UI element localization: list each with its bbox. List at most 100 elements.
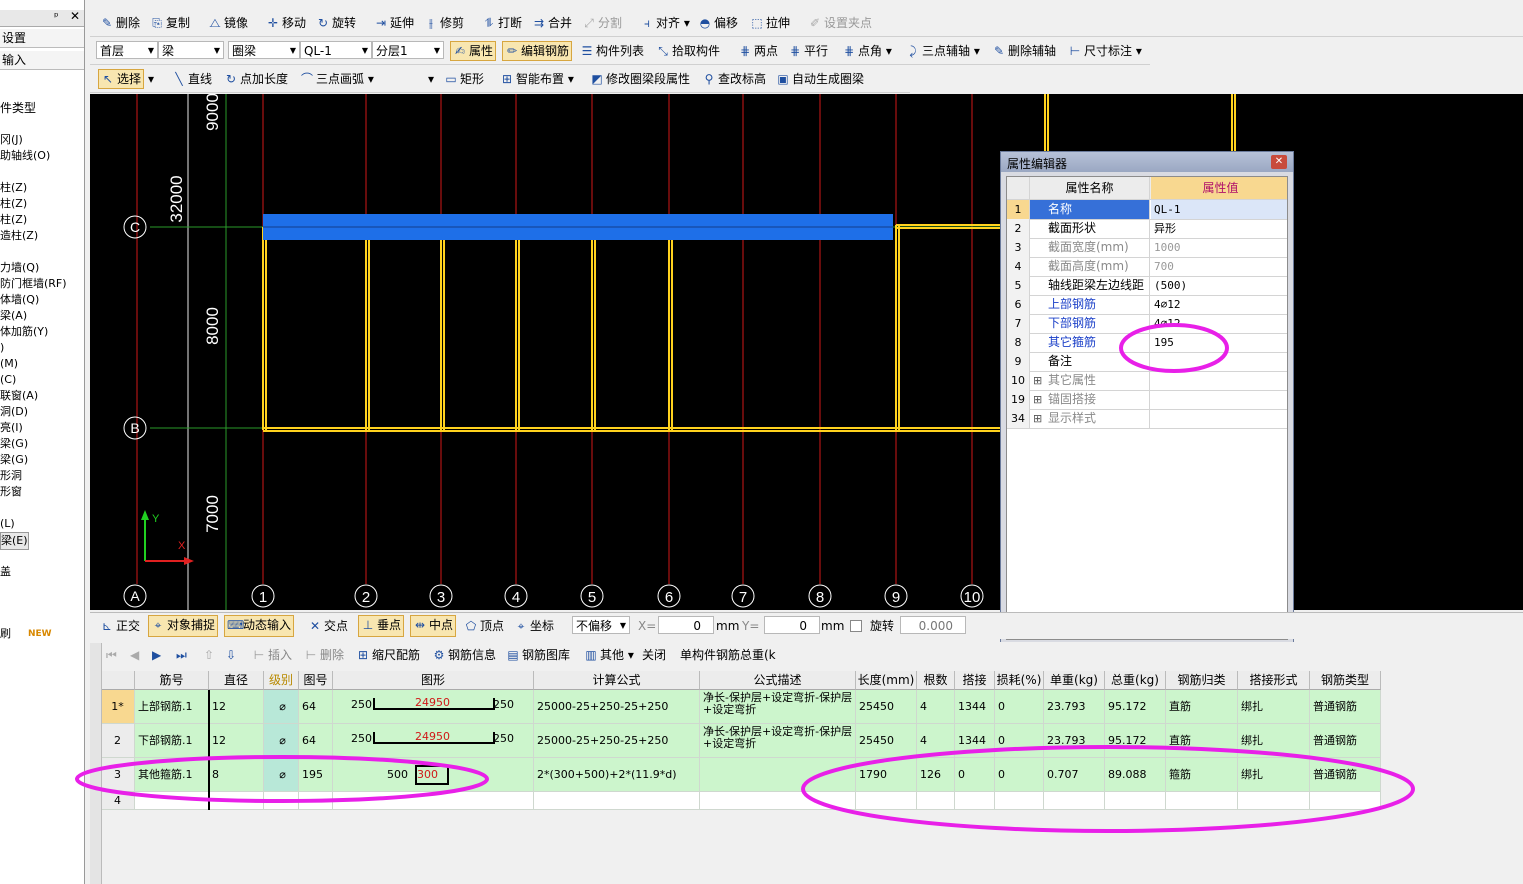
property-row[interactable]: 19 ⊞ 锚固搭接	[1007, 390, 1287, 410]
component-tree-item[interactable]: 防门框墙(RF)	[0, 276, 67, 292]
table-cell-idx[interactable]: 3	[101, 758, 135, 792]
close-button[interactable]: 关闭	[642, 646, 666, 664]
check-elevation-button[interactable]: ⚲ 查改标高	[702, 70, 766, 88]
component-tree-item[interactable]: 体加筋(Y)	[0, 324, 48, 340]
three-point-arc-button[interactable]: ⌒ 三点画弧 ▾	[300, 70, 374, 88]
table-cell-shape[interactable]: 500 300	[333, 758, 534, 792]
offset-select[interactable]: 不偏移 ▼	[572, 616, 630, 634]
component-tree-item[interactable]: 形洞	[0, 468, 22, 484]
table-cell-grade[interactable]	[264, 792, 299, 810]
table-header-cell[interactable]: 图形	[333, 671, 534, 690]
point-angle-button[interactable]: ⋕ 点角 ▾	[842, 42, 892, 60]
table-cell-unit_w[interactable]: 0.707	[1044, 758, 1105, 792]
object-snap-button[interactable]: ⌖ 对象捕捉	[148, 615, 219, 637]
component-tree-item[interactable]: (L)	[0, 516, 15, 532]
table-cell-desc[interactable]: 净长-保护层+设定弯折-保护层+设定弯折	[700, 724, 856, 758]
table-header-cell[interactable]: 搭接	[955, 671, 995, 690]
table-header-cell[interactable]: 钢筋类型	[1310, 671, 1381, 690]
table-cell-type[interactable]: 普通钢筋	[1310, 758, 1381, 792]
type-select[interactable]: 梁 ▼	[158, 41, 224, 59]
property-row[interactable]: 34 ⊞ 显示样式	[1007, 409, 1287, 429]
table-cell-unit_w[interactable]: 23.793	[1044, 690, 1105, 724]
table-header-cell[interactable]: 直径(mm)	[209, 671, 264, 706]
table-cell-total_w[interactable]: 89.088	[1105, 758, 1166, 792]
property-value[interactable]	[1151, 371, 1287, 390]
table-cell-formula[interactable]: 2*(300+500)+2*(11.9*d)	[534, 758, 700, 792]
rotate-button[interactable]: ↻ 旋转	[316, 14, 356, 32]
table-cell-count[interactable]	[917, 792, 955, 810]
table-cell-lap[interactable]	[955, 792, 995, 810]
property-value[interactable]: 195	[1151, 333, 1287, 352]
modify-ring-beam-button[interactable]: ◩ 修改圈梁段属性	[590, 70, 690, 88]
split-button[interactable]: ⤢ 分割	[582, 14, 622, 32]
smart-layout-button[interactable]: ⊞ 智能布置 ▾	[500, 70, 574, 88]
delete-rebar-button[interactable]: ⊢ 删除	[304, 646, 344, 664]
property-value[interactable]: 700	[1151, 257, 1287, 276]
component-tree-item[interactable]: 力墙(Q)	[0, 260, 39, 276]
table-cell-dia[interactable]: 8	[209, 758, 264, 792]
offset-button[interactable]: ◓ 偏移	[698, 14, 738, 32]
pick-component-button[interactable]: ⤡ 拾取构件	[656, 42, 720, 60]
point-length-button[interactable]: ↻ 点加长度	[224, 70, 288, 88]
component-tree-item[interactable]: (C)	[0, 372, 16, 388]
rotate-input[interactable]: 0.000	[900, 616, 966, 634]
table-cell-total_w[interactable]: 95.172	[1105, 724, 1166, 758]
component-tree-item[interactable]: 刷	[0, 626, 11, 642]
delete-button[interactable]: ✎ 删除	[100, 14, 140, 32]
property-row[interactable]: 7 下部钢筋 4⌀12	[1007, 314, 1287, 334]
table-cell-fig[interactable]	[299, 792, 333, 810]
component-tree-item[interactable]: (M)	[0, 356, 18, 372]
layer-select[interactable]: 分层1 ▼	[372, 41, 444, 59]
table-cell-count[interactable]: 126	[917, 758, 955, 792]
table-header-cell[interactable]: 长度(mm)	[856, 671, 917, 690]
next-record-icon[interactable]: ▶	[152, 646, 161, 664]
table-header-cell[interactable]: 图号	[299, 671, 333, 690]
break-button[interactable]: ⥮ 打断	[482, 14, 522, 32]
ortho-button[interactable]: ⊾ 正交	[100, 617, 140, 635]
table-cell-shape[interactable]: 250 24950 250	[333, 690, 534, 724]
table-cell-cat[interactable]: 直筋	[1166, 690, 1238, 724]
prev-record-icon[interactable]: ◀	[130, 646, 139, 664]
intersection-button[interactable]: ✕ 交点	[308, 617, 348, 635]
subtype-select[interactable]: 圈梁 ▼	[228, 41, 300, 59]
auto-ring-beam-button[interactable]: ▣ 自动生成圈梁	[776, 70, 864, 88]
scale-rebar-button[interactable]: ⊞ 缩尺配筋	[356, 646, 420, 664]
table-header-cell[interactable]: 级别	[264, 671, 299, 690]
component-tree-item[interactable]: 助轴线(O)	[0, 148, 50, 164]
component-list-button[interactable]: ☰ 构件列表	[580, 42, 644, 60]
pin-icon[interactable]: ᵖ	[54, 10, 59, 23]
table-cell-lap[interactable]: 0	[955, 758, 995, 792]
table-cell-dia[interactable]: 12	[209, 724, 264, 758]
component-tree-item[interactable]: 亮(I)	[0, 420, 23, 436]
two-point-axis-button[interactable]: ⋕ 两点	[738, 42, 778, 60]
component-select[interactable]: QL-1 ▼	[300, 41, 372, 59]
property-row[interactable]: 5 轴线距梁左边线距 (500)	[1007, 276, 1287, 296]
property-row[interactable]: 9 备注	[1007, 352, 1287, 372]
property-row[interactable]: 3 截面宽度(mm) 1000	[1007, 238, 1287, 258]
component-tree-item[interactable]: 件类型	[0, 100, 36, 116]
table-cell-name[interactable]	[135, 792, 209, 810]
first-record-icon[interactable]: ⏮	[106, 646, 117, 664]
component-tree-item[interactable]: 联窗(A)	[0, 388, 38, 404]
set-grip-button[interactable]: ✐ 设置夹点	[808, 14, 872, 32]
table-cell-lap[interactable]: 1344	[955, 690, 995, 724]
table-cell-grade[interactable]: ⌀	[264, 690, 299, 724]
table-cell-shape[interactable]	[333, 792, 534, 810]
property-value[interactable]	[1151, 352, 1287, 371]
table-header-cell[interactable]: 单重(kg)	[1044, 671, 1105, 690]
component-tree-item[interactable]: )	[0, 340, 4, 356]
rebar-info-button[interactable]: ⚙ 钢筋信息	[432, 646, 496, 664]
table-cell-loss[interactable]: 0	[995, 690, 1044, 724]
vertex-button[interactable]: ⬠ 顶点	[464, 617, 504, 635]
property-editor-titlebar[interactable]: 属性编辑器 ✕	[1001, 152, 1293, 172]
property-value[interactable]	[1151, 409, 1287, 428]
table-cell-formula[interactable]: 25000-25+250-25+250	[534, 724, 700, 758]
component-tree-item[interactable]: 冈(J)	[0, 132, 23, 148]
property-value[interactable]: (500)	[1151, 276, 1287, 295]
table-cell-len[interactable]: 1790	[856, 758, 917, 792]
rectangle-button[interactable]: ▭ 矩形	[444, 70, 484, 88]
table-header-cell[interactable]: 公式描述	[700, 671, 856, 690]
dynamic-input-button[interactable]: ⌨动态输入	[224, 615, 295, 637]
expand-icon[interactable]: ⊞	[1033, 371, 1042, 390]
component-tree-item[interactable]: NEW	[28, 626, 52, 642]
